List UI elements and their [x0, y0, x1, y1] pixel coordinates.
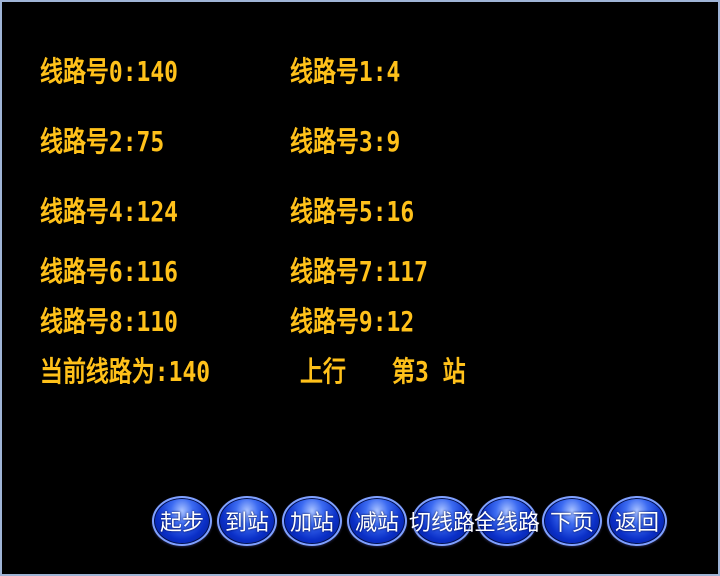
remove-station-button[interactable]: 减站 [347, 496, 407, 546]
next-page-button-label: 下页 [549, 511, 595, 536]
add-station-button-label: 加站 [289, 511, 335, 536]
line-item-5: 线路号5:16 [290, 195, 415, 228]
next-page-button[interactable]: 下页 [542, 496, 602, 546]
switch-line-button-label: 切线路 [408, 511, 476, 536]
start-button-label: 起步 [159, 511, 205, 536]
switch-line-button[interactable]: 切线路 [408, 496, 476, 546]
back-button[interactable]: 返回 [607, 496, 667, 546]
back-button-label: 返回 [614, 511, 660, 536]
add-station-button[interactable]: 加站 [282, 496, 342, 546]
line-item-2: 线路号2:75 [40, 125, 165, 158]
remove-station-button-label: 减站 [354, 511, 400, 536]
station-status: 第3 站 [392, 355, 466, 388]
line-item-3: 线路号3:9 [290, 125, 401, 158]
arrive-station-button[interactable]: 到站 [217, 496, 277, 546]
line-item-7: 线路号7:117 [290, 255, 429, 288]
button-bar: 起步 到站 加站 减站 切线路 全线路 下页 返回 [152, 496, 672, 550]
current-line-status: 当前线路为:140 [40, 355, 211, 388]
direction-status: 上行 [300, 355, 346, 388]
line-item-6: 线路号6:116 [40, 255, 179, 288]
arrive-station-button-label: 到站 [224, 511, 270, 536]
line-item-9: 线路号9:12 [290, 305, 415, 338]
line-item-0: 线路号0:140 [40, 55, 179, 88]
line-item-1: 线路号1:4 [290, 55, 401, 88]
line-item-4: 线路号4:124 [40, 195, 179, 228]
terminal-screen: 线路号0:140 线路号1:4 线路号2:75 线路号3:9 线路号4:124 … [0, 0, 720, 576]
line-item-8: 线路号8:110 [40, 305, 179, 338]
all-lines-button[interactable]: 全线路 [473, 496, 541, 546]
start-button[interactable]: 起步 [152, 496, 212, 546]
all-lines-button-label: 全线路 [473, 511, 541, 536]
